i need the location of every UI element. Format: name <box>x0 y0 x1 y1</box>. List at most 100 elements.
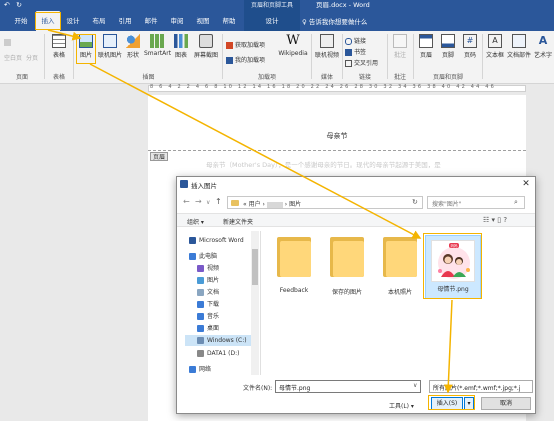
quick-parts-icon <box>512 34 526 48</box>
link-icon <box>345 38 352 45</box>
filename-dropdown-icon[interactable]: ∨ <box>413 382 417 389</box>
tab-header-footer-design[interactable]: 设计 <box>244 11 300 31</box>
get-addins-button[interactable]: 获取加载项 <box>226 40 265 49</box>
header-tag: 页眉 <box>150 152 169 161</box>
picture-folder-icon <box>197 277 204 284</box>
nav-item-windows-c[interactable]: Windows (C:) <box>185 335 251 346</box>
ruler-ticks: 8 6 4 2 2 4 6 8 10 12 14 16 18 20 22 24 … <box>150 84 497 90</box>
nav-item-network[interactable]: 网络 <box>189 364 211 375</box>
tell-me-box[interactable]: ♀ 告诉我你想要做什么 <box>302 16 367 26</box>
nav-item-downloads[interactable]: 下载 <box>197 299 219 310</box>
tab-view[interactable]: 视图 <box>192 11 214 31</box>
close-icon[interactable]: ✕ <box>520 178 532 190</box>
nav-scrollbar[interactable] <box>251 231 259 375</box>
scrollbar-thumb[interactable] <box>252 249 258 285</box>
lightbulb-icon: ♀ <box>302 18 309 26</box>
online-video-button[interactable]: 联机视频 <box>314 34 340 59</box>
link-button[interactable]: 链接 <box>345 36 366 45</box>
redacted-username[interactable] <box>266 201 283 208</box>
dialog-title-bar: 插入图片 ✕ <box>177 177 535 192</box>
smartart-button[interactable]: SmartArt <box>144 34 171 57</box>
chart-icon <box>174 34 188 48</box>
refresh-icon[interactable]: ↻ <box>412 198 418 206</box>
nav-item-desktop[interactable]: 桌面 <box>197 323 219 334</box>
organize-button[interactable]: 组织 ▾ <box>187 217 204 226</box>
folder-feedback[interactable]: Feedback <box>269 237 319 294</box>
store-icon <box>226 42 233 49</box>
breadcrumb-pictures[interactable]: 图片 <box>289 201 301 208</box>
quick-parts-button[interactable]: 文档部件 <box>507 34 531 59</box>
cover-page-icon <box>4 39 11 46</box>
chart-button[interactable]: 图表 <box>172 34 190 59</box>
filetype-select[interactable]: 所有图片(*.emf;*.wmf;*.jpg;*.j <box>429 380 533 393</box>
addins-icon <box>226 57 233 64</box>
folder-camera-roll[interactable]: 本机照片 <box>375 237 425 296</box>
textbox-button[interactable]: A 文本框 <box>484 34 506 59</box>
screenshot-button[interactable]: 屏幕截图 <box>192 34 220 59</box>
address-bar[interactable]: « 用户 › › 图片 ↻ <box>227 196 423 209</box>
undo-icon[interactable]: ↶ <box>4 1 10 9</box>
search-input[interactable]: 搜索"图片" ⌕ <box>427 196 525 209</box>
body-text[interactable]: 母亲节（Mother's Day），是一个感谢母亲的节日。现代的母亲节起源于美国… <box>206 159 441 169</box>
view-options-icon[interactable]: ☷ ▾ ▯ ? <box>483 216 507 224</box>
online-picture-icon <box>103 34 117 48</box>
cross-reference-icon <box>345 60 352 67</box>
nav-item-pictures[interactable]: 图片 <box>197 275 219 286</box>
my-addins-button[interactable]: 我的加载项 <box>226 55 265 64</box>
tab-layout[interactable]: 布局 <box>88 11 110 31</box>
forward-arrow-icon[interactable]: → <box>195 197 202 206</box>
cover-page-button[interactable] <box>4 39 13 46</box>
nav-item-data1-d[interactable]: DATA1 (D:) <box>197 348 240 359</box>
nav-item-videos[interactable]: 视频 <box>197 263 219 274</box>
folder-icon <box>330 237 364 277</box>
nav-item-documents[interactable]: 文档 <box>197 287 219 298</box>
page-break-button[interactable]: 分页 <box>26 53 38 62</box>
window-title: 页眉.docx - Word <box>316 1 370 9</box>
group-pages: 页面 <box>15 74 28 81</box>
wordart-button[interactable]: A 艺术字 <box>532 34 554 59</box>
page-number-button[interactable]: # 页码 <box>460 34 480 59</box>
wikipedia-button[interactable]: W Wikipedia <box>278 34 308 58</box>
cross-reference-button[interactable]: 交叉引用 <box>345 58 378 67</box>
tab-home[interactable]: 开始 <box>10 11 32 31</box>
tab-mailings[interactable]: 邮件 <box>140 11 162 31</box>
nav-item-music[interactable]: 音乐 <box>197 311 219 322</box>
search-icon: ⌕ <box>514 198 518 206</box>
title-bar: ↶ ↻ 页眉和页脚工具 页眉.docx - Word <box>0 0 554 11</box>
table-button[interactable]: 表格 <box>48 34 70 59</box>
tab-references[interactable]: 引用 <box>114 11 136 31</box>
tab-design[interactable]: 设计 <box>62 11 84 31</box>
table-icon <box>52 34 66 48</box>
group-addins: 加载项 <box>257 74 276 81</box>
filename-input[interactable]: 母情节.png <box>275 380 421 393</box>
shapes-button[interactable]: 形状 <box>124 34 142 59</box>
back-arrow-icon[interactable]: ← <box>183 197 190 206</box>
redo-icon[interactable]: ↻ <box>16 1 22 9</box>
new-folder-button[interactable]: 新建文件夹 <box>223 217 253 226</box>
online-pictures-button[interactable]: 联机图片 <box>97 34 123 59</box>
camera-icon <box>199 34 213 48</box>
comment-icon <box>393 34 407 48</box>
tools-menu[interactable]: 工具(L) ▾ <box>389 401 414 410</box>
up-arrow-icon[interactable]: ↑ <box>215 197 222 206</box>
navigation-pane: Microsoft Word 此电脑 视频 图片 文档 下载 音乐 桌面 Win… <box>185 231 261 375</box>
breadcrumb-users[interactable]: 用户 <box>249 201 261 208</box>
folder-icon <box>277 237 311 277</box>
bookmark-button[interactable]: 书签 <box>345 47 366 56</box>
header-button[interactable]: 页眉 <box>416 34 436 59</box>
folder-saved-pictures[interactable]: 保存的图片 <box>322 237 372 296</box>
footer-button[interactable]: 页脚 <box>438 34 458 59</box>
recent-dropdown-icon[interactable]: ∨ <box>206 199 210 206</box>
group-links: 链接 <box>358 74 371 81</box>
textbox-icon: A <box>488 34 502 48</box>
blank-page-button[interactable]: 空白页 <box>4 53 22 62</box>
tab-help[interactable]: 帮助 <box>218 11 240 31</box>
tab-review[interactable]: 审阅 <box>166 11 188 31</box>
nav-item-this-pc[interactable]: 此电脑 <box>189 251 217 262</box>
header-content[interactable]: 母亲节 <box>148 131 526 141</box>
nav-item-microsoft-word[interactable]: Microsoft Word <box>189 235 244 246</box>
shapes-icon <box>126 34 140 48</box>
cancel-button[interactable]: 取消 <box>481 397 531 410</box>
smartart-icon <box>150 34 164 48</box>
comment-button[interactable]: 批注 <box>390 34 410 59</box>
